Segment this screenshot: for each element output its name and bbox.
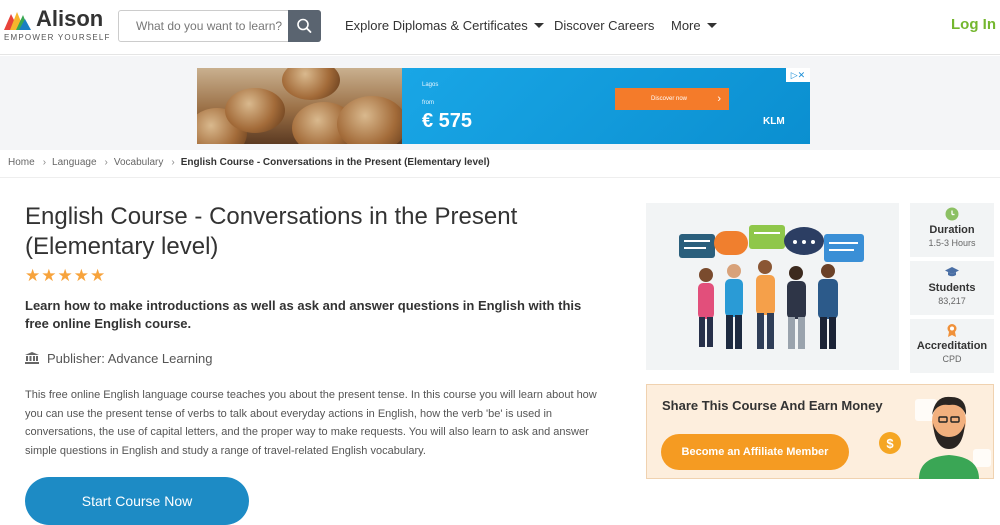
ad-city: Lagos [422,82,439,88]
breadcrumb-home[interactable]: Home [8,157,35,168]
ad-cta-button[interactable]: Discover now › [615,88,729,110]
course-illustration [646,203,899,370]
affiliate-title: Share This Course And Earn Money [662,398,883,413]
advertisement-banner[interactable]: Lagos from € 575 Discover now › KLM ▷✕ [197,68,810,144]
course-subtitle: Learn how to make introductions as well … [25,298,582,331]
institution-icon [25,352,39,364]
nav-explore[interactable]: Explore Diplomas & Certificates [345,18,544,33]
breadcrumb-vocabulary[interactable]: Vocabulary [114,157,163,168]
rating-stars: ★★★★★ [25,266,107,285]
start-course-button[interactable]: Start Course Now [25,477,249,525]
publisher[interactable]: Publisher: Advance Learning [25,351,213,366]
alison-logo[interactable]: Alison EMPOWER YOURSELF [4,6,114,47]
breadcrumb-language[interactable]: Language [52,157,97,168]
logo-name: Alison [36,6,104,31]
header: Alison EMPOWER YOURSELF Explore Diplomas… [0,0,1000,55]
page-title-line1: English Course - Conversations in the Pr… [25,203,518,230]
ad-area: Lagos from € 575 Discover now › KLM ▷✕ [0,56,1000,150]
award-icon [947,324,957,337]
nav-explore-label: Explore Diplomas & Certificates [345,18,528,33]
ad-cta-label: Discover now [651,96,688,102]
stat-duration: Duration 1.5-3 Hours [910,203,994,257]
chevron-right-icon: › [104,157,108,168]
stat-students-label: Students [928,282,976,294]
people-talking-illustration [679,225,864,349]
search-icon [297,18,312,33]
course-description: This free online English language course… [25,389,597,457]
chevron-down-icon [533,23,544,28]
svg-text:$: $ [886,436,894,451]
chevron-right-icon: › [171,157,175,168]
chevron-right-icon: › [717,93,721,105]
search-button[interactable] [288,10,321,42]
affiliate-person-illustration: $ [879,396,991,479]
affiliate-button[interactable]: Become an Affiliate Member [661,434,849,470]
stat-accreditation-value: CPD [942,354,962,364]
nav-careers-label: Discover Careers [554,18,655,33]
affiliate-banner: Share This Course And Earn Money Become … [646,384,994,479]
stat-students: Students 83,217 [910,261,994,315]
graduation-cap-icon [945,267,959,277]
stat-accreditation: Accreditation CPD [910,319,994,373]
chevron-down-icon [706,23,717,28]
stat-duration-value: 1.5-3 Hours [928,238,976,248]
stat-students-value: 83,217 [938,296,966,306]
nav-careers[interactable]: Discover Careers [554,18,654,33]
search-box [118,10,321,42]
logo-tagline: EMPOWER YOURSELF [4,33,111,42]
ad-photo [197,68,407,144]
stat-duration-label: Duration [929,224,975,236]
login-link[interactable]: Log In [951,16,996,33]
page-title: English Course - Conversations in the Pr… [25,202,585,262]
drum-shape [337,96,407,144]
nav-more[interactable]: More [671,18,717,33]
ad-price: € 575 [422,110,473,132]
drum-shape [282,68,340,100]
ad-brand: KLM [763,116,785,127]
breadcrumb: Home › Language › Vocabulary › English Course … [8,157,492,168]
ad-from-label: from [422,100,434,106]
stat-accreditation-label: Accreditation [916,340,988,352]
chevron-right-icon: › [42,157,47,168]
drum-shape [225,88,285,133]
breadcrumb-current: English Course - Conversations in the Pr… [180,157,490,168]
alison-logo-icon [4,12,31,30]
publisher-label: Publisher: Advance Learning [47,351,213,366]
ad-choices-icon[interactable]: ▷✕ [786,68,810,82]
divider [0,177,1000,178]
nav-more-label: More [671,18,701,33]
clock-icon [945,207,959,221]
search-input[interactable] [119,11,289,41]
page-title-line2: (Elementary level) [25,233,219,260]
